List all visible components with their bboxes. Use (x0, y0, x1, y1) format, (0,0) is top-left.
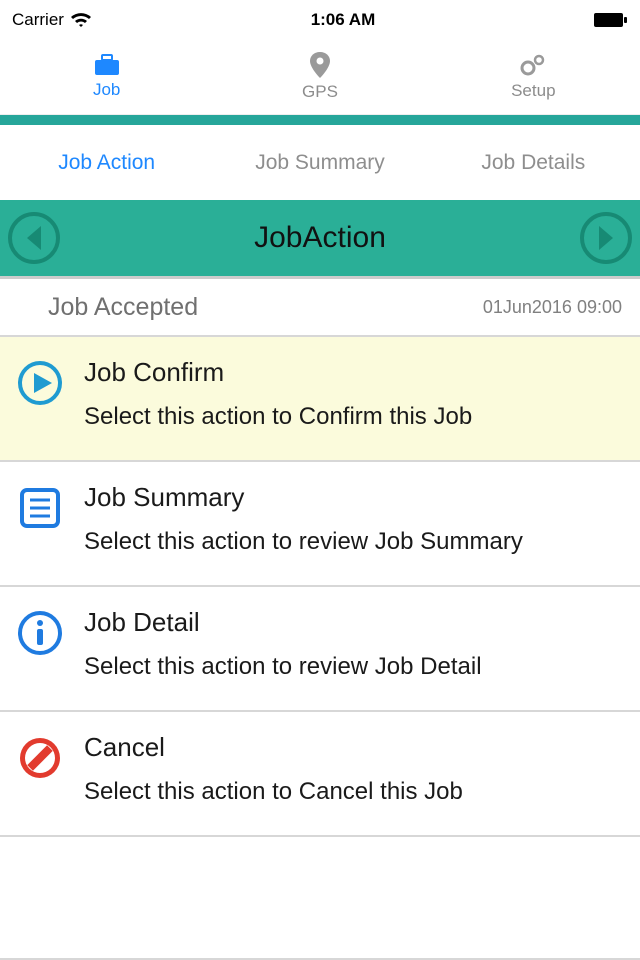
tab-gps-label: GPS (302, 82, 338, 102)
action-summary[interactable]: Job Summary Select this action to review… (0, 462, 640, 587)
action-detail-title: Job Detail (84, 607, 624, 638)
map-pin-icon (310, 52, 330, 78)
section-header-bar: JobAction (0, 200, 640, 276)
job-status-label: Job Accepted (48, 293, 198, 322)
subtab-job-summary[interactable]: Job Summary (213, 151, 426, 175)
job-status-row: Job Accepted 01Jun2016 09:00 (0, 279, 640, 337)
tab-setup-label: Setup (511, 81, 555, 101)
tab-job[interactable]: Job (0, 54, 213, 100)
ios-status-bar: Carrier 1:06 AM (0, 0, 640, 40)
action-detail-desc: Select this action to review Job Detail (84, 652, 624, 682)
action-detail[interactable]: Job Detail Select this action to review … (0, 587, 640, 712)
carrier-label: Carrier (12, 10, 64, 30)
prev-button[interactable] (8, 212, 60, 264)
action-summary-desc: Select this action to review Job Summary (84, 527, 624, 557)
gears-icon (519, 53, 547, 77)
empty-area (0, 837, 640, 958)
action-cancel[interactable]: Cancel Select this action to Cancel this… (0, 712, 640, 837)
list-icon (16, 484, 64, 532)
briefcase-icon (94, 54, 120, 76)
job-status-timestamp: 01Jun2016 09:00 (483, 297, 622, 318)
action-confirm-title: Job Confirm (84, 357, 624, 388)
action-cancel-desc: Select this action to Cancel this Job (84, 777, 624, 807)
tab-setup[interactable]: Setup (427, 53, 640, 101)
action-confirm-desc: Select this action to Confirm this Job (84, 402, 624, 432)
action-cancel-title: Cancel (84, 732, 624, 763)
wifi-icon (70, 11, 92, 29)
info-circle-icon (16, 609, 64, 657)
section-title: JobAction (60, 221, 580, 255)
play-circle-icon (16, 359, 64, 407)
clock-label: 1:06 AM (311, 10, 376, 30)
secondary-tab-bar: Job Action Job Summary Job Details (0, 125, 640, 200)
subtab-job-details[interactable]: Job Details (427, 151, 640, 175)
action-summary-title: Job Summary (84, 482, 624, 513)
tab-gps[interactable]: GPS (213, 52, 426, 102)
subtab-job-action[interactable]: Job Action (0, 151, 213, 175)
divider-strip (0, 115, 640, 125)
next-button[interactable] (580, 212, 632, 264)
action-confirm[interactable]: Job Confirm Select this action to Confir… (0, 337, 640, 462)
no-entry-icon (16, 734, 64, 782)
action-list: Job Confirm Select this action to Confir… (0, 337, 640, 837)
tab-job-label: Job (93, 80, 120, 100)
battery-icon (594, 12, 628, 28)
primary-tab-bar: Job GPS Setup (0, 40, 640, 115)
